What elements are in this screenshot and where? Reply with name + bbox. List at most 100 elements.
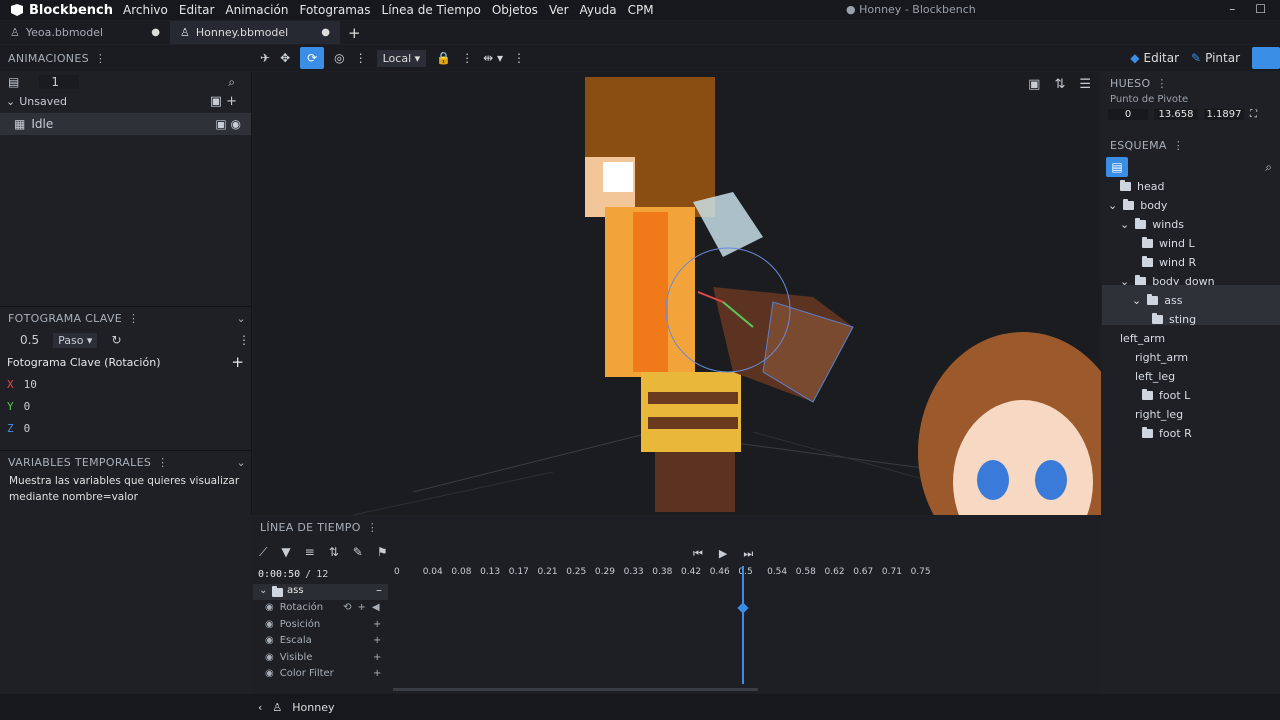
menu-archivo[interactable]: Archivo [123,3,168,17]
hamburger-icon[interactable]: ☰ [1079,77,1091,92]
outliner-item-winds[interactable]: ⌄ winds [1120,218,1184,231]
mirror-icon[interactable]: ⇹ ▾ [483,51,503,65]
keyframe-marker[interactable] [737,602,750,614]
add-keyframe-icon[interactable]: + [373,652,381,663]
sort-icon[interactable]: ⇅ [1054,77,1065,92]
keyframe-y-row[interactable]: Y0 [0,395,252,417]
tab-honney[interactable]: ♙ Honney.bbmodel ● [170,21,340,44]
file-icon[interactable]: ▤ [8,75,19,89]
track-visible[interactable]: ◉ Visible + [265,652,381,663]
menu-cpm[interactable]: CPM [628,3,654,17]
add-plus-icon[interactable]: + [231,353,244,371]
outliner-item-foot-l[interactable]: foot L [1142,389,1190,402]
transform-space-select[interactable]: Local ▾ [376,49,427,67]
menu-ayuda[interactable]: Ayuda [580,3,617,17]
save-play-icon[interactable]: ▣ ◉ [215,117,241,131]
edit-mode-button[interactable]: ◆ Editar [1130,51,1179,65]
outliner-item-foot-r[interactable]: foot R [1142,427,1192,440]
total-length[interactable]: 12 [316,569,328,580]
outliner-item-left-leg[interactable]: left_leg [1135,370,1175,383]
chevron-down-icon[interactable]: ⌄ [236,312,246,325]
image-icon[interactable]: ▣ [1028,77,1040,92]
add-group-icon[interactable]: ▤ [1106,157,1128,177]
outliner-item-right-leg[interactable]: right_leg [1135,408,1183,421]
playhead[interactable] [742,566,745,684]
pivot-y-input[interactable]: 13.658 [1154,109,1198,120]
focus-icon[interactable]: ⛶ [1250,109,1257,120]
new-tab-plus-icon[interactable]: + [340,24,369,42]
tab-yeoa[interactable]: ♙ Yeoa.bbmodel ● [0,21,170,44]
keyframe-y-value[interactable]: 0 [24,400,31,413]
outliner-item-wind-l[interactable]: wind L [1142,237,1195,250]
anim-count-input[interactable]: 1 [39,75,80,89]
menu-ver[interactable]: Ver [549,3,569,17]
chevron-left-icon[interactable]: ‹ [258,701,262,714]
eye-icon[interactable]: ◉ [265,652,274,663]
animation-item-idle[interactable]: ▦ Idle ▣ ◉ [0,113,251,135]
panel-menu-icon[interactable]: ⋮ [1173,139,1184,152]
pivot-tool-icon[interactable]: ✈ [260,51,270,65]
animate-mode-button[interactable] [1252,47,1280,69]
eye-icon[interactable]: ◉ [265,668,274,679]
play-icon[interactable]: ▶ [719,547,727,561]
outliner-item-sting[interactable]: sting [1152,313,1196,326]
eye-icon[interactable]: ◉ [265,635,274,646]
panel-menu-icon[interactable]: ⋮ [128,312,139,325]
pencil-icon[interactable]: ✎ [353,545,363,560]
add-keyframe-icon[interactable]: + [373,635,381,646]
panel-menu-icon[interactable]: ⋮ [1156,77,1167,90]
move-tool-icon[interactable]: ✥ [280,51,290,65]
outliner-item-body[interactable]: ⌄ body [1108,199,1167,212]
timeline-scrollbar[interactable] [393,688,758,691]
track-position[interactable]: ◉ Posición + [265,619,381,630]
more-icon[interactable]: ⋮ [238,333,250,347]
add-keyframe-icon[interactable]: + [373,668,381,679]
track-rotation[interactable]: ◉ Rotación ⟲ + ◀ [265,602,380,613]
track-scale[interactable]: ◉ Escala + [265,635,381,646]
search-icon[interactable]: ⌕ [1265,160,1272,175]
outliner-item-ass[interactable]: ⌄ ass [1132,294,1182,307]
outliner-item-left-arm[interactable]: left_arm [1120,332,1165,345]
panel-menu-icon[interactable]: ⋮ [367,521,378,534]
collapse-icon[interactable]: – [376,583,382,597]
keyframe-x-value[interactable]: 10 [24,378,37,391]
menu-animacion[interactable]: Animación [225,3,288,17]
eye-icon[interactable]: ◉ [265,602,274,613]
chevron-down-icon[interactable]: ⌄ [236,456,246,469]
reset-icon[interactable]: ↻ [111,333,121,347]
variables-text[interactable]: Muestra las variables que quieres visual… [0,473,252,505]
eye-icon[interactable]: ◉ [265,619,274,630]
skip-end-icon[interactable]: ⏭ [743,547,753,561]
add-keyframe-icon[interactable]: + [358,602,366,613]
keyframe-x-row[interactable]: X 10 [0,373,252,395]
panel-menu-icon[interactable]: ⋮ [95,52,106,65]
menu-fotogramas[interactable]: Fotogramas [299,3,370,17]
flag-icon[interactable]: ⚑ [377,545,388,560]
menu-linea-de-tiempo[interactable]: Línea de Tiempo [382,3,481,17]
list-icon[interactable]: ≡ [305,545,315,560]
outliner-item-wind-r[interactable]: wind R [1142,256,1196,269]
track-color-filter[interactable]: ◉ Color Filter + [265,668,381,679]
pivot-point-icon[interactable]: ◎ [334,51,344,65]
track-group-ass[interactable]: ⌄ ass – [253,583,388,600]
graph-icon[interactable]: ⟋ [259,545,267,560]
paint-mode-button[interactable]: ✎ Pintar [1191,51,1240,65]
keyframe-z-row[interactable]: Z0 [0,417,252,439]
keyframe-z-value[interactable]: 0 [24,422,31,435]
sort-icon[interactable]: ⇅ [329,545,339,560]
pivot-z-input[interactable]: 1.1897 [1204,109,1244,120]
minimize-icon[interactable]: – [1229,2,1235,16]
keyframe-time-input[interactable]: 0.5 [20,333,39,347]
save-add-icon[interactable]: ▣ + [210,94,237,109]
prev-keyframe-icon[interactable]: ◀ [372,602,380,613]
lock-icon[interactable]: 🔒 [436,51,451,65]
animation-group-unsaved[interactable]: ⌄ Unsaved ▣ + [0,92,251,110]
interpolation-select[interactable]: Paso ▾ [53,332,98,348]
current-time[interactable]: 0:00:50 [258,569,300,580]
search-icon[interactable]: ⌕ [228,75,235,90]
menu-objetos[interactable]: Objetos [492,3,538,17]
filter-icon[interactable]: ▼ [281,545,290,560]
rotate-tool-icon[interactable]: ⟳ [300,47,325,69]
menu-editar[interactable]: Editar [179,3,215,17]
viewport-3d[interactable]: ▣ ⇅ ☰ [253,72,1101,515]
